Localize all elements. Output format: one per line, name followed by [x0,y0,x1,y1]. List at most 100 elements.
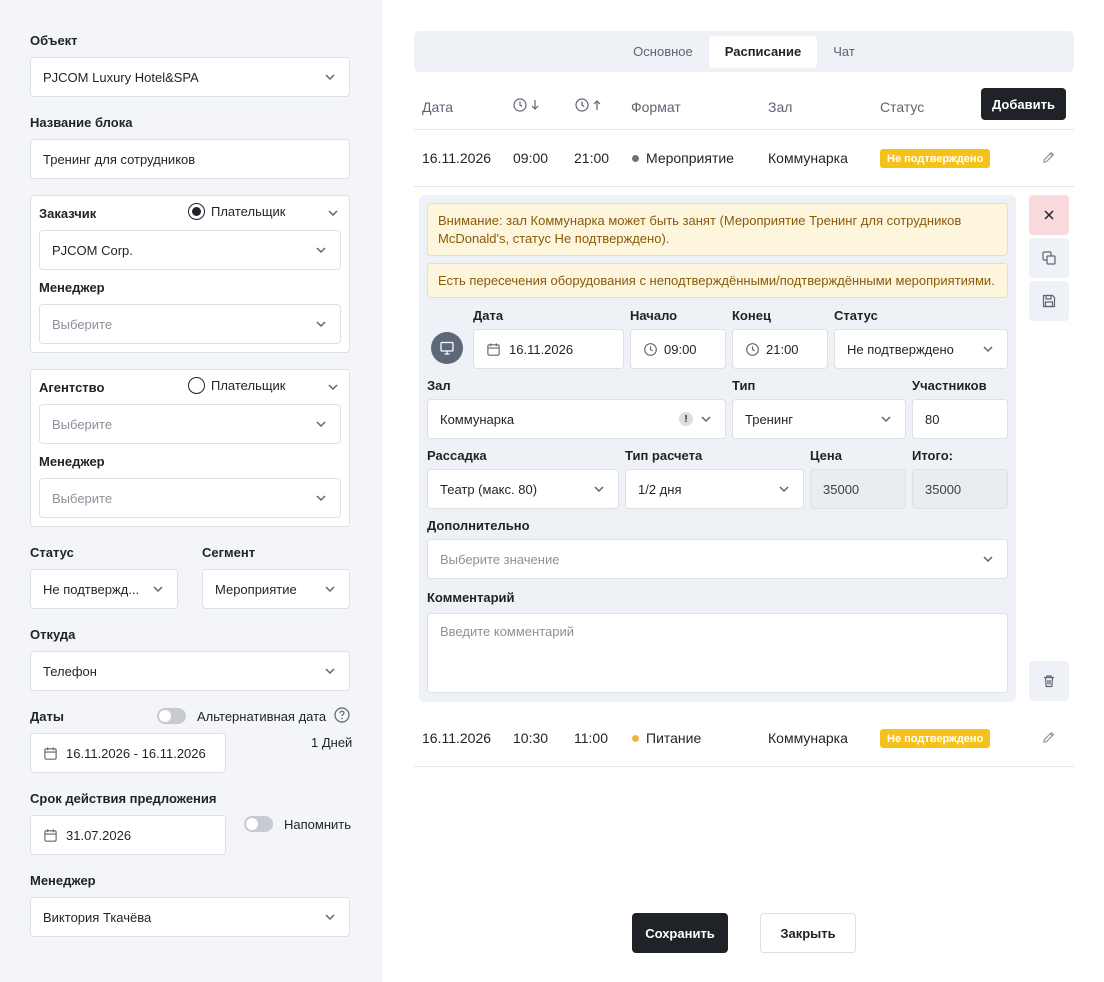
save-button[interactable]: Сохранить [632,913,728,953]
start-time-input[interactable]: 09:00 [630,329,726,369]
chevron-down-icon[interactable] [326,380,340,394]
help-icon[interactable] [334,707,350,723]
alt-date-toggle[interactable] [157,708,186,724]
chevron-down-icon [779,486,789,493]
start-label: Начало [630,308,678,323]
row2-end: 11:00 [574,730,608,746]
format-dot-icon [632,154,639,162]
date-input[interactable]: 16.11.2026 [473,329,624,369]
tab-schedule[interactable]: Расписание [708,35,818,68]
object-label: Объект [30,33,78,48]
customer-payer-radio[interactable]: Плательщик [188,203,285,220]
chevron-down-icon[interactable] [326,206,340,220]
tab-chat[interactable]: Чат [817,36,871,68]
col-date: Дата [422,99,454,115]
duplicate-button[interactable] [1029,238,1069,278]
segment-select[interactable]: Мероприятие [202,569,350,609]
additional-select[interactable]: Выберите значение [427,539,1008,579]
trash-icon [1044,675,1054,688]
chevron-down-icon [325,668,335,675]
row2-hall: Коммунарка [768,730,848,746]
remind-label: Напомнить [284,817,351,832]
chevron-down-icon [316,321,326,328]
manager-select[interactable]: Виктория Ткачёва [30,897,350,937]
type-select[interactable]: Тренинг [732,399,906,439]
hall-busy-warning: Внимание: зал Коммунарка может быть заня… [427,203,1008,256]
row2-date: 16.11.2026 [422,730,492,746]
col-format: Формат [631,99,681,115]
row1-date: 16.11.2026 [422,150,492,166]
tab-main[interactable]: Основное [617,36,709,68]
presentation-icon [431,332,463,364]
row1-start: 09:00 [513,150,549,166]
status-badge: Не подтверждено [880,149,991,168]
hall-select[interactable]: Коммунарка ! [427,399,726,439]
dates-label: Даты [30,709,64,724]
status-label: Статус [30,545,74,560]
type-label: Тип [732,378,756,393]
chevron-down-icon [594,486,604,493]
participants-input[interactable]: 80 [912,399,1008,439]
equipment-warning: Есть пересечения оборудования с неподтве… [427,263,1008,298]
customer-manager-label: Менеджер [39,280,105,295]
chevron-down-icon [325,586,335,593]
block-name-input[interactable]: Тренинг для сотрудников [30,139,350,179]
agency-manager-select[interactable]: Выберите [39,478,341,518]
divider [414,129,1074,130]
row1-end: 21:00 [574,150,610,166]
chevron-down-icon [701,416,711,423]
format-dot-icon [632,734,639,742]
add-button[interactable]: Добавить [981,88,1066,120]
end-time-sort-icon[interactable] [575,97,605,113]
status-select[interactable]: Не подтверждено [834,329,1008,369]
divider [414,186,1074,187]
chevron-down-icon [881,416,891,423]
close-button[interactable]: Закрыть [760,913,856,953]
agency-select[interactable]: Выберите [39,404,341,444]
calendar-icon [487,342,500,356]
seating-select[interactable]: Театр (макс. 80) [427,469,619,509]
radio-empty-icon [188,377,205,394]
floppy-icon [1042,294,1056,308]
edit-icon[interactable] [1041,730,1056,745]
status-select[interactable]: Не подтвержд... [30,569,178,609]
agency-manager-label: Менеджер [39,454,105,469]
agency-payer-radio[interactable]: Плательщик [188,377,285,394]
clock-icon [644,342,657,356]
chevron-down-icon [316,421,326,428]
chevron-down-icon [983,556,993,563]
dates-input[interactable]: 16.11.2026 - 16.11.2026 [30,733,226,773]
row1-hall: Коммунарка [768,150,848,166]
object-select[interactable]: PJCOM Luxury Hotel&SPA [30,57,350,97]
alt-date-label: Альтернативная дата [197,709,327,724]
calc-type-label: Тип расчета [625,448,703,463]
delete-button[interactable] [1029,661,1069,701]
start-time-sort-icon[interactable] [513,97,543,113]
col-hall: Зал [768,99,793,115]
col-status: Статус [880,99,925,115]
left-panel: Объект PJCOM Luxury Hotel&SPA Название б… [0,0,382,982]
warning-exclamation-icon: ! [679,412,693,426]
segment-label: Сегмент [202,545,256,560]
edit-icon[interactable] [1041,150,1056,165]
end-time-input[interactable]: 21:00 [732,329,828,369]
source-select[interactable]: Телефон [30,651,350,691]
save-row-button[interactable] [1029,281,1069,321]
comment-textarea[interactable] [427,613,1008,693]
divider [414,766,1074,767]
status-badge: Не подтверждено [880,729,991,748]
chevron-down-icon [983,346,993,353]
days-count: 1 Дней [311,735,353,750]
chevron-down-icon [325,914,335,921]
hall-label: Зал [427,378,451,393]
validity-label: Срок действия предложения [30,791,217,806]
price-label: Цена [810,448,842,463]
calc-type-select[interactable]: 1/2 дня [625,469,804,509]
customer-manager-select[interactable]: Выберите [39,304,341,344]
remove-button[interactable] [1029,195,1069,235]
customer-select[interactable]: PJCOM Corp. [39,230,341,270]
manager-label: Менеджер [30,873,96,888]
remind-toggle[interactable] [244,816,273,832]
date-label: Дата [473,308,504,323]
validity-input[interactable]: 31.07.2026 [30,815,226,855]
